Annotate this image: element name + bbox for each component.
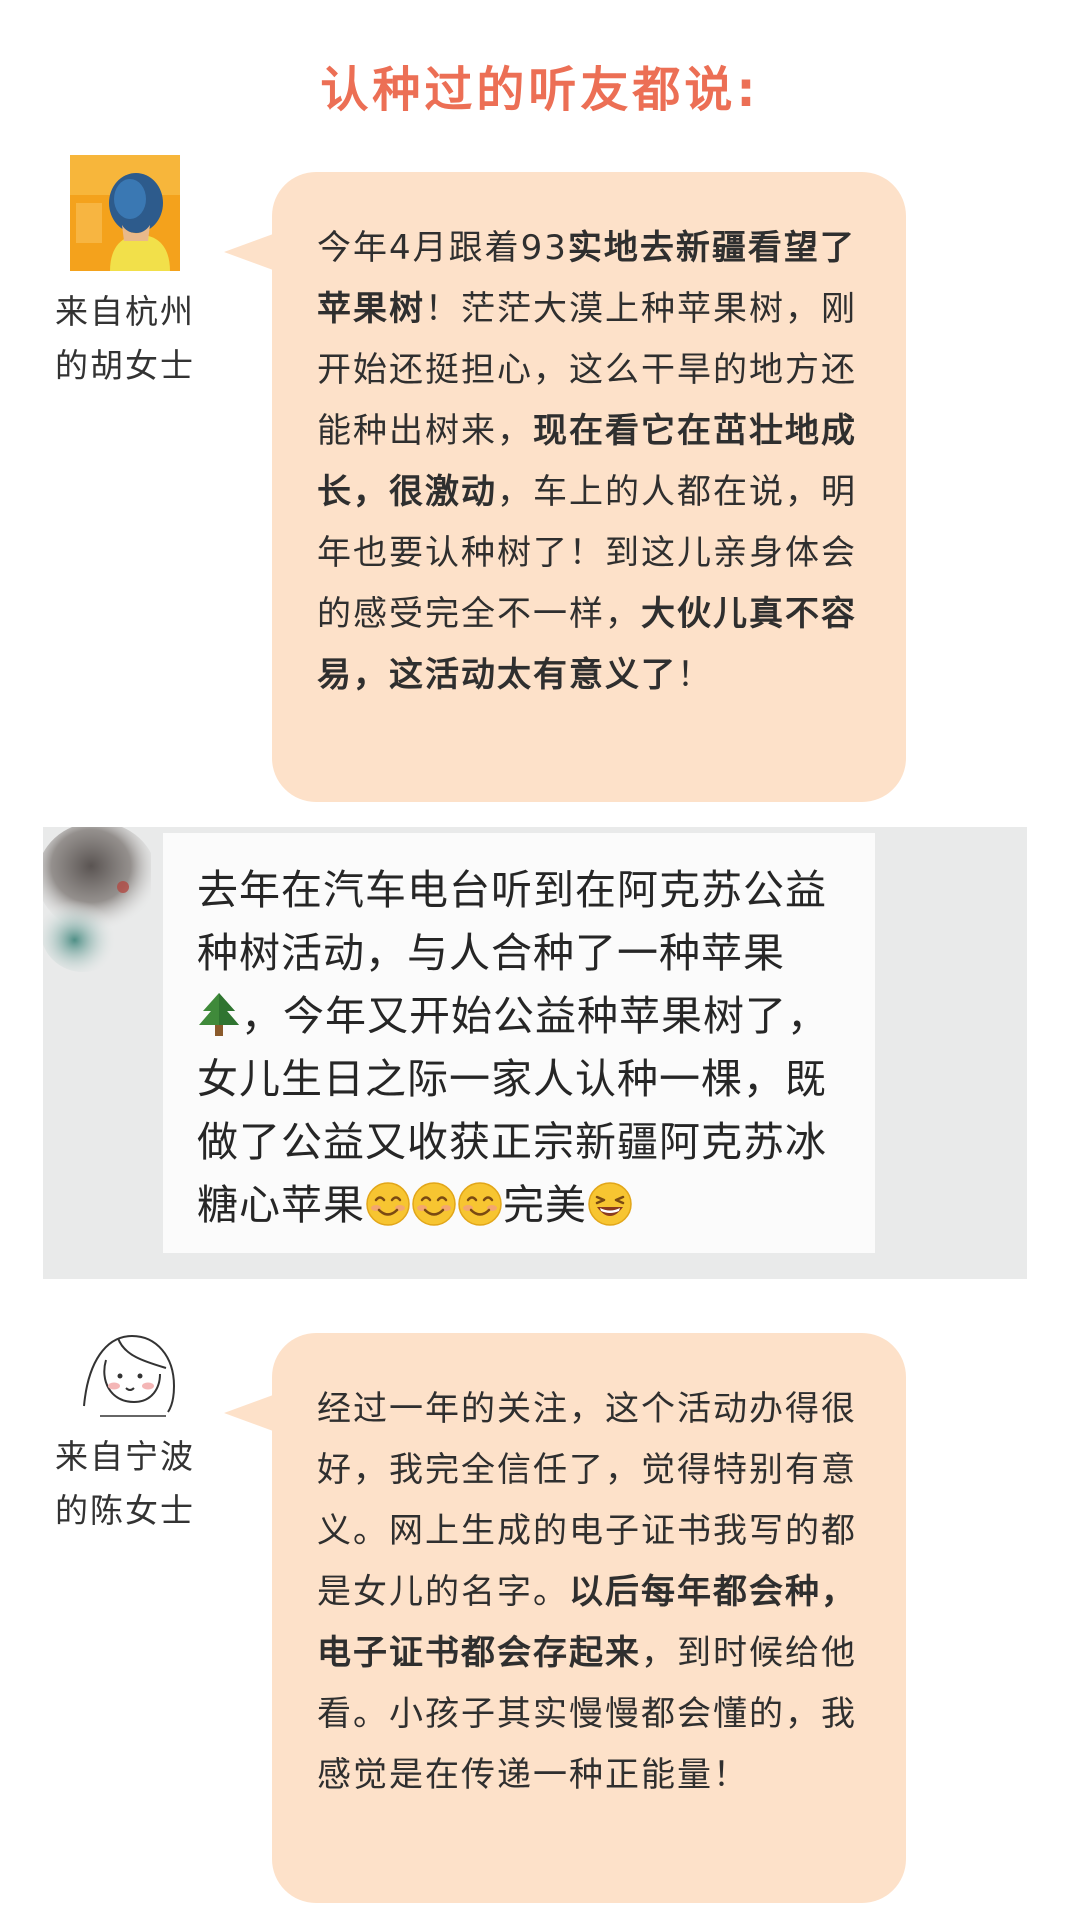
chat-line-text: 完美 (503, 1181, 587, 1229)
avatar-ningbo (70, 1322, 180, 1422)
page-title: 认种过的听友都说: (320, 62, 760, 118)
avatar-hangzhou (70, 155, 180, 271)
smiling-face-icon (411, 1181, 457, 1227)
chat-line: 种树活动，与人合种了一种苹果 (197, 929, 785, 977)
testimonial-bubble: 经过一年的关注，这个活动办得很好，我完全信任了，觉得特别有意义。网上生成的电子证… (224, 1333, 906, 1903)
author-city: 来自宁波 (55, 1437, 195, 1476)
chat-line-text: ，今年又开始公益种苹果树了， (241, 992, 829, 1040)
grinning-face-icon (587, 1181, 633, 1227)
testimonial-text: 今年4月跟着93 (317, 228, 568, 268)
author-label: 来自杭州 的胡女士 (30, 285, 220, 393)
chat-line: 糖心苹果 完美 (197, 1174, 847, 1237)
chat-avatar (37, 822, 157, 977)
chat-line: ，今年又开始公益种苹果树了， (197, 985, 847, 1048)
author-city: 来自杭州 (55, 292, 195, 331)
chat-line: 去年在汽车电台听到在阿克苏公益 (197, 866, 827, 914)
author-label: 来自宁波 的陈女士 (30, 1430, 220, 1538)
author-name: 的胡女士 (55, 346, 195, 385)
author-name: 的陈女士 (55, 1491, 195, 1530)
smiling-face-icon (457, 1181, 503, 1227)
testimonial-bubble: 今年4月跟着93实地去新疆看望了苹果树！茫茫大漠上种苹果树，刚开始还挺担心，这么… (224, 172, 906, 802)
chat-line-text: 糖心苹果 (197, 1181, 365, 1229)
chat-line: 做了公益又收获正宗新疆阿克苏冰 (197, 1118, 827, 1166)
testimonial-text: ！ (677, 655, 713, 695)
chat-screenshot: 去年在汽车电台听到在阿克苏公益 种树活动，与人合种了一种苹果 ，今年又开始公益种… (37, 822, 1027, 1279)
smiling-face-icon (365, 1181, 411, 1227)
chat-message-bubble: 去年在汽车电台听到在阿克苏公益 种树活动，与人合种了一种苹果 ，今年又开始公益种… (163, 833, 875, 1253)
chat-line: 女儿生日之际一家人认种一棵，既 (197, 1055, 827, 1103)
evergreen-tree-icon (197, 991, 241, 1039)
